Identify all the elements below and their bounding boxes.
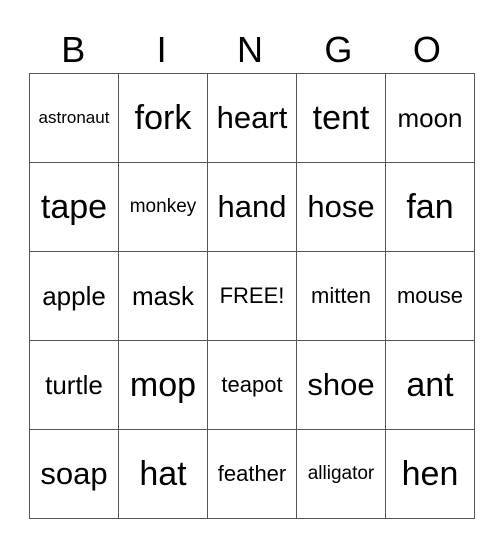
bingo-row: astronaut fork heart tent moon: [29, 73, 475, 163]
bingo-header: B I N G O: [29, 28, 471, 72]
bingo-row: tape monkey hand hose fan: [29, 162, 475, 252]
bingo-card: astronaut fork heart tent moon tape monkey hand…: [29, 73, 475, 519]
bingo-cell[interactable]: mitten: [296, 251, 386, 341]
bingo-cell[interactable]: shoe: [296, 340, 386, 430]
bingo-row: soap hat feather alligator hen: [29, 429, 475, 519]
bingo-cell[interactable]: hand: [207, 162, 297, 252]
bingo-cell[interactable]: alligator: [296, 429, 386, 519]
bingo-cell[interactable]: hose: [296, 162, 386, 252]
bingo-cell[interactable]: hen: [385, 429, 475, 519]
bingo-cell[interactable]: heart: [207, 73, 297, 163]
bingo-row: turtle mop teapot shoe ant: [29, 340, 475, 430]
bingo-cell[interactable]: mop: [118, 340, 208, 430]
bingo-cell[interactable]: tent: [296, 73, 386, 163]
bingo-cell[interactable]: moon: [385, 73, 475, 163]
bingo-cell[interactable]: teapot: [207, 340, 297, 430]
bingo-cell[interactable]: soap: [29, 429, 119, 519]
bingo-cell[interactable]: FREE!: [207, 251, 297, 341]
bingo-cell[interactable]: mask: [118, 251, 208, 341]
bingo-cell[interactable]: apple: [29, 251, 119, 341]
bingo-cell[interactable]: fan: [385, 162, 475, 252]
header-letter-n: N: [237, 29, 264, 70]
header-letter-b: B: [61, 29, 86, 70]
header-letter-g: G: [324, 29, 353, 70]
bingo-cell[interactable]: hat: [118, 429, 208, 519]
header-letter-o: O: [412, 29, 441, 70]
bingo-row: apple mask FREE! mitten mouse: [29, 251, 475, 341]
bingo-cell[interactable]: astronaut: [29, 73, 119, 163]
header-letter-i: I: [156, 29, 167, 70]
bingo-cell[interactable]: feather: [207, 429, 297, 519]
bingo-cell[interactable]: monkey: [118, 162, 208, 252]
bingo-cell[interactable]: tape: [29, 162, 119, 252]
bingo-cell[interactable]: turtle: [29, 340, 119, 430]
bingo-cell[interactable]: fork: [118, 73, 208, 163]
bingo-cell[interactable]: mouse: [385, 251, 475, 341]
bingo-cell[interactable]: ant: [385, 340, 475, 430]
